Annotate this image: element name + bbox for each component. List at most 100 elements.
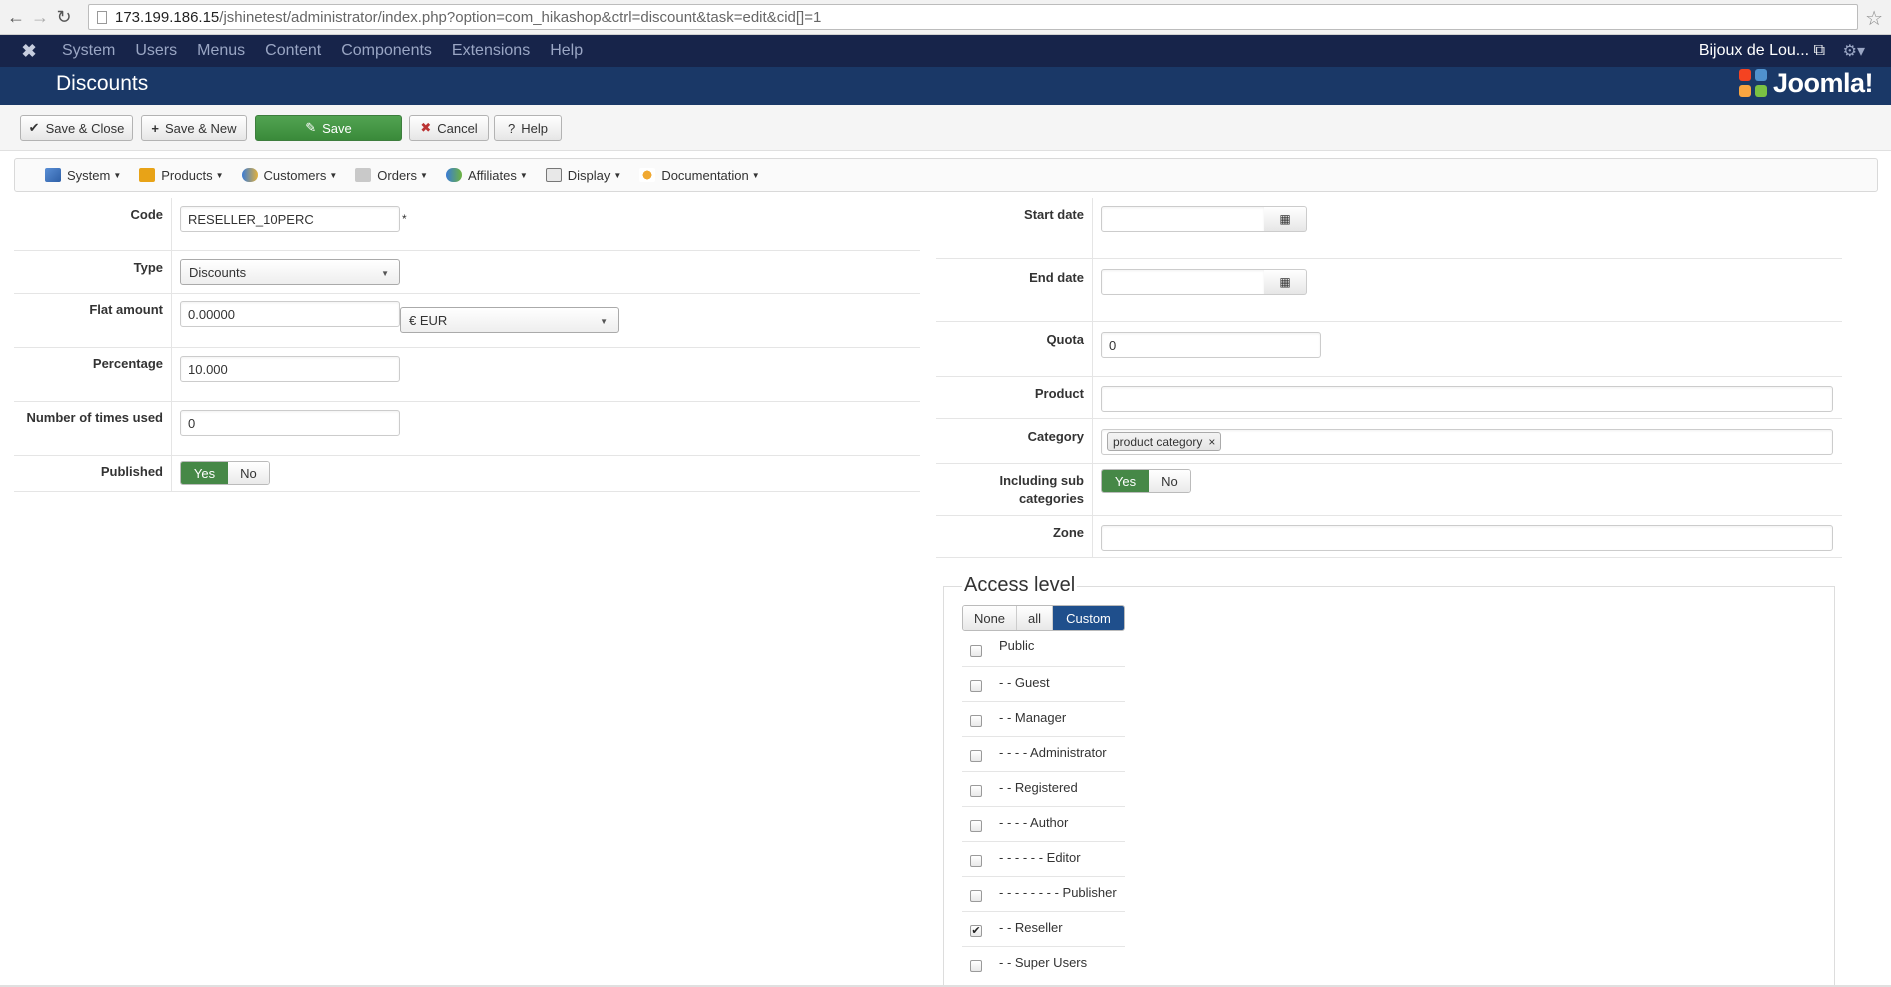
menu-users[interactable]: Users [135,42,177,60]
flat-amount-label: Flat amount [89,302,163,317]
access-level-legend: Access level [962,574,1078,597]
hika-menu-affiliates-label: Affiliates [467,167,517,183]
reload-icon[interactable]: ↻ [52,5,76,29]
access-all-button[interactable]: all [1017,606,1053,630]
access-checkbox[interactable] [970,855,982,867]
category-label: Category [1027,429,1084,444]
hika-menu-display[interactable]: Display ▼ [545,167,621,183]
bookmark-star-icon[interactable]: ☆ [1865,6,1883,31]
times-used-input[interactable]: 0 [180,410,400,436]
cancel-button[interactable]: ✖ Cancel [409,115,489,141]
save-new-label: Save & New [165,120,237,136]
code-label: Code [130,207,164,222]
access-mode-group: None all Custom [962,605,1125,631]
access-checkbox[interactable] [970,750,982,762]
access-checkbox-checked[interactable]: ✔ [970,925,982,937]
access-checkbox[interactable] [970,785,982,797]
hika-menu-documentation[interactable]: Documentation ▼ [639,167,760,183]
subcategories-label-line2: categories [1018,491,1084,506]
access-row: - - Registered [962,772,1125,807]
access-row-label: Public [999,638,1035,653]
subcategories-toggle: Yes No [1101,469,1191,493]
hika-menu-customers[interactable]: Customers ▼ [241,168,337,183]
subcategories-label: Including sub categories [936,472,1085,508]
remove-tag-icon[interactable]: × [1208,435,1215,449]
calendar-icon[interactable]: ▦ [1264,269,1307,295]
joomla-logo-mark-icon [1738,68,1769,99]
access-row-label: - - - - - - Editor [999,850,1081,865]
quota-row [936,322,1842,377]
save-close-button[interactable]: ✔ Save & Close [20,115,133,141]
menu-components[interactable]: Components [341,42,432,60]
category-tag-label: product category [1113,434,1203,449]
menu-help[interactable]: Help [550,42,583,60]
browser-toolbar: ← → ↻ 173.199.186.15 /jshinetest/adminis… [0,0,1891,35]
calendar-icon[interactable]: ▦ [1264,206,1307,232]
cancel-label: Cancel [437,120,478,136]
start-date-label: Start date [1024,207,1084,222]
menu-extensions[interactable]: Extensions [452,42,530,60]
product-input[interactable] [1101,386,1833,412]
menu-system[interactable]: System [62,42,115,60]
access-checkbox[interactable] [970,890,982,902]
display-icon [545,168,562,182]
code-input[interactable]: RESELLER_10PERC [180,206,400,232]
subcategories-label-line1: Including sub [999,473,1085,488]
percentage-input[interactable]: 10.000 [180,356,400,382]
access-row: - - - - Administrator [962,737,1125,772]
site-link[interactable]: Bijoux de Lou... ⧉ [1699,42,1825,60]
hika-menu-products[interactable]: Products ▼ [139,168,224,183]
access-checkbox[interactable] [970,645,982,657]
access-none-button[interactable]: None [963,606,1017,630]
joomla-home-icon[interactable]: ✖ [18,40,40,62]
help-label: Help [521,120,548,136]
access-row-label: - - Reseller [999,920,1063,935]
save-close-label: Save & Close [45,120,125,136]
check-icon: ✔ [28,120,40,135]
toolbar: ✔ Save & Close + Save & New ✎ Save ✖ Can… [0,105,1891,151]
access-row-label: - - Registered [999,780,1078,795]
type-select[interactable]: Discounts ▼ [180,259,400,285]
quota-input[interactable]: 0 [1101,332,1321,358]
menu-menus[interactable]: Menus [197,42,245,60]
save-button[interactable]: ✎ Save [255,115,402,141]
hika-menu-affiliates[interactable]: Affiliates ▼ [445,167,528,183]
access-checkbox[interactable] [970,820,982,832]
access-row-label: - - - - Author [999,815,1069,830]
hika-menu-display-label: Display [567,167,611,183]
access-row-label: - - Manager [999,710,1067,725]
access-row-label: - - Super Users [999,955,1088,970]
back-arrow-icon[interactable]: ← [4,5,28,29]
access-row-label: - - - - Administrator [999,745,1107,760]
published-yes-button[interactable]: Yes [181,462,228,484]
gear-icon[interactable]: ⚙▾ [1843,41,1865,61]
menu-content[interactable]: Content [265,42,321,60]
help-button[interactable]: ? Help [494,115,562,141]
access-checkbox[interactable] [970,715,982,727]
access-checkbox[interactable] [970,960,982,972]
save-new-button[interactable]: + Save & New [141,115,247,141]
access-checkbox[interactable] [970,680,982,692]
subcategories-no-button[interactable]: No [1148,470,1190,492]
forward-arrow-icon[interactable]: → [28,5,52,29]
hika-menu-orders[interactable]: Orders ▼ [355,168,428,183]
hika-menu-system[interactable]: System ▼ [45,168,121,183]
joomla-logo-text: Joomla! [1772,68,1874,98]
access-row: ✔ - - Reseller [962,912,1125,947]
published-no-button[interactable]: No [227,462,269,484]
address-bar[interactable]: 173.199.186.15 /jshinetest/administrator… [88,4,1858,30]
page-header: Discounts Joomla! [0,67,1891,105]
subcategories-yes-button[interactable]: Yes [1102,470,1149,492]
hika-menu-documentation-label: Documentation [661,167,749,183]
type-label: Type [133,260,163,275]
flat-amount-input[interactable]: 0.00000 [180,301,400,327]
access-custom-button[interactable]: Custom [1053,606,1124,630]
currency-select[interactable]: € EUR ▼ [400,307,619,333]
cancel-circle-icon: ✖ [420,120,432,135]
zone-input[interactable] [1101,525,1833,551]
end-date-input[interactable] [1101,269,1265,295]
edit-icon: ✎ [305,120,317,135]
access-row-label: - - Guest [999,675,1050,690]
start-date-input[interactable] [1101,206,1265,232]
access-row: - - - - - - Editor [962,842,1125,877]
